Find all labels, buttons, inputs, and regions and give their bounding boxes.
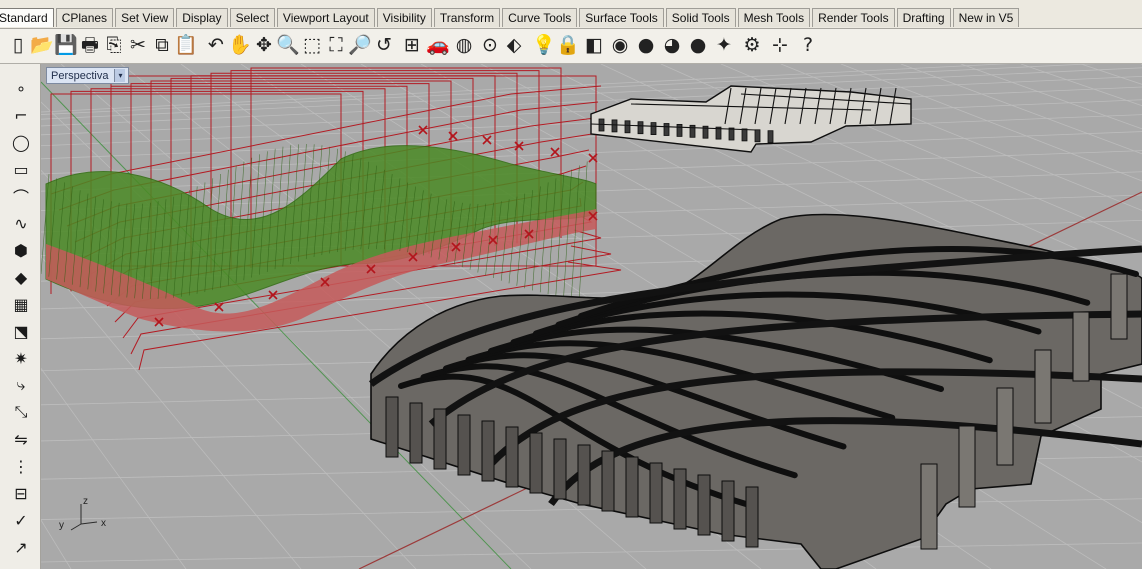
car-icon[interactable]: 🚗 xyxy=(424,31,452,59)
viewport-title-tab[interactable]: Perspectiva ▾ xyxy=(46,67,130,84)
perspective-viewport[interactable]: z x y Perspectiva ▾ xyxy=(41,64,1142,569)
select-icon[interactable]: ⬖ xyxy=(500,31,528,59)
axis-label-y: y xyxy=(59,520,64,531)
help-icon[interactable]: ? xyxy=(794,31,822,59)
tab-viewport-layout[interactable]: Viewport Layout xyxy=(276,8,375,27)
dimension-icon[interactable]: ⊹ xyxy=(766,31,794,59)
tab-drafting[interactable]: Drafting xyxy=(896,8,951,27)
sphere-shaded-icon[interactable]: ◕ xyxy=(658,31,686,59)
tab-display[interactable]: Display xyxy=(176,8,228,27)
toggle-icon[interactable]: ◍ xyxy=(450,31,478,59)
axis-label-x: x xyxy=(101,518,106,529)
tab-set-view[interactable]: Set View xyxy=(115,8,175,27)
render-icon[interactable]: ● xyxy=(684,31,712,59)
paste-icon[interactable]: 📋 xyxy=(172,31,200,59)
layers-icon[interactable]: ◧ xyxy=(580,31,608,59)
point-icon[interactable]: ∘ xyxy=(6,74,36,102)
left-toolbar: ∘ ⌐ ◯ ▭ ⌒ ∿ ⬢ ◆ ▦ ⬔ ✷ ⤷ ⤡ ⇋ ⋮ ⊟ ✓ ↗ xyxy=(0,64,41,569)
surface-icon[interactable]: ◆ xyxy=(6,263,36,291)
check-icon[interactable]: ✓ xyxy=(6,506,36,534)
circle-icon[interactable]: ◯ xyxy=(6,128,36,156)
tab-standard[interactable]: Standard xyxy=(0,8,54,27)
tab-visibility[interactable]: Visibility xyxy=(376,8,432,27)
rectangle-icon[interactable]: ▭ xyxy=(6,155,36,183)
dimension-icon[interactable]: ↗ xyxy=(6,533,36,561)
tab-cplanes[interactable]: CPlanes xyxy=(55,8,114,27)
solid-icon[interactable]: ⬢ xyxy=(6,236,36,264)
mesh-icon[interactable]: ▦ xyxy=(6,290,36,318)
tab-curve-tools[interactable]: Curve Tools xyxy=(502,8,578,27)
light-icon[interactable]: ✦ xyxy=(710,31,738,59)
toolbar-tab-bar: Standard CPlanes Set View Display Select View… xyxy=(0,0,1142,29)
tab-new-in-v5[interactable]: New in V5 xyxy=(952,8,1020,27)
fillet-icon[interactable]: ⤷ xyxy=(6,371,36,399)
array-icon[interactable]: ⋮ xyxy=(6,452,36,480)
explode-icon[interactable]: ✷ xyxy=(6,344,36,372)
viewport-canvas[interactable]: z x y xyxy=(41,64,1142,569)
standard-toolbar: ▯ 📂 💾 🖶 ⎘ ✂ ⧉ 📋 ↶ ✋ ✥ 🔍 ⬚ ⛶ 🔎 ↺ ⊞ 🚗 ◍ ⊙ ⬖ 💡 🔒 ◧ ◉ ● ◕ ● ✦ ⚙ ⊹? xyxy=(0,29,1142,64)
tab-select[interactable]: Select xyxy=(229,8,275,27)
transform-icon[interactable]: ⤡ xyxy=(6,398,36,426)
arc-icon[interactable]: ⌒ xyxy=(6,182,36,210)
curve-icon[interactable]: ∿ xyxy=(6,209,36,237)
tab-render-tools[interactable]: Render Tools xyxy=(812,8,895,27)
options-gear-icon[interactable]: ⚙ xyxy=(738,31,766,59)
mirror-icon[interactable]: ⇋ xyxy=(6,425,36,453)
viewport-title[interactable]: Perspectiva xyxy=(51,69,108,83)
tab-surface-tools[interactable]: Surface Tools xyxy=(579,8,664,27)
viewport-menu-chevron-icon[interactable]: ▾ xyxy=(114,69,126,82)
axis-label-z: z xyxy=(83,496,88,507)
tab-mesh-tools[interactable]: Mesh Tools xyxy=(737,8,811,27)
split-icon[interactable]: ⊟ xyxy=(6,479,36,507)
sphere-render-icon[interactable]: ● xyxy=(632,31,660,59)
boolean-icon[interactable]: ⬔ xyxy=(6,317,36,345)
four-viewports-icon[interactable]: ⊞ xyxy=(398,31,426,59)
polyline-icon[interactable]: ⌐ xyxy=(6,101,36,129)
undo-view-icon[interactable]: ↺ xyxy=(370,31,398,59)
toolbar-tabs: Standard CPlanes Set View Display Select View… xyxy=(0,8,1021,28)
lock-icon[interactable]: 🔒 xyxy=(554,31,582,59)
tab-transform[interactable]: Transform xyxy=(433,8,501,27)
tab-solid-tools[interactable]: Solid Tools xyxy=(665,8,736,27)
color-wheel-icon[interactable]: ◉ xyxy=(606,31,634,59)
